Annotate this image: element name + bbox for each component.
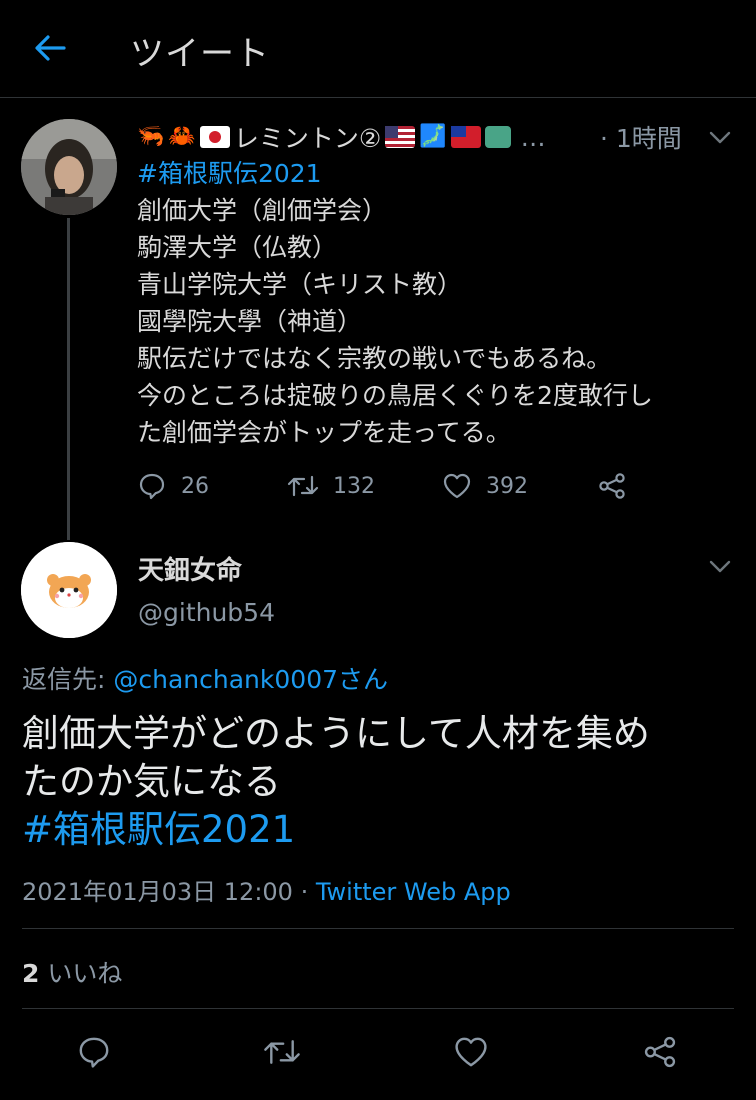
parent-tweet-actions: 26 132 392: [137, 466, 627, 506]
likes-count: 2: [22, 959, 40, 988]
parent-tweet-line: 青山学院大学（キリスト教）: [137, 270, 463, 299]
us-flag-icon: [385, 126, 416, 148]
focused-author-handle[interactable]: @github54: [138, 598, 275, 627]
parent-tweet-avatar[interactable]: [21, 119, 117, 215]
replying-to-label: 返信先:: [22, 665, 106, 694]
reply-button[interactable]: [72, 1030, 116, 1074]
divider: [22, 1008, 734, 1009]
share-button[interactable]: [638, 1030, 682, 1074]
japan-flag-icon: [199, 126, 230, 148]
hamster-avatar-icon: [21, 542, 117, 638]
taiwan-flag-icon: [450, 126, 481, 148]
parent-tweet-name-row[interactable]: 🦐 🦀 レミントン② 🗾 …: [137, 118, 546, 156]
parent-tweet-menu-button[interactable]: [706, 124, 734, 152]
parent-tweet-line: 創価大学（創価学会）: [137, 196, 388, 225]
parent-tweet-line: 今のところは掟破りの鳥居くぐりを2度敢行し: [137, 381, 653, 410]
crab-emoji-icon: 🦀: [168, 124, 196, 149]
reply-button[interactable]: 26: [137, 471, 287, 501]
parent-tweet-text: #箱根駅伝2021 創価大学（創価学会） 駒澤大学（仏教） 青山学院大学（キリス…: [137, 155, 727, 451]
back-arrow-icon: [35, 35, 66, 61]
focused-tweet-menu-button[interactable]: [706, 553, 734, 581]
replying-to-mention[interactable]: @chanchank0007さん: [113, 665, 388, 694]
like-count: 392: [486, 473, 528, 499]
avatar-photo-icon: [21, 119, 117, 215]
parent-tweet-line: 駒澤大学（仏教）: [137, 233, 338, 262]
shrimp-emoji-icon: 🦐: [137, 124, 165, 149]
like-button[interactable]: [449, 1030, 493, 1074]
focused-author-name[interactable]: 天鈿女命: [138, 550, 242, 587]
focused-tweet-actions: [0, 1030, 756, 1076]
retweet-button[interactable]: [260, 1030, 304, 1074]
reply-count: 26: [181, 473, 209, 499]
parent-tweet-line: た創価学会がトップを走ってる。: [137, 418, 511, 447]
focused-tweet-line: たのか気になる: [22, 760, 281, 803]
retweet-button[interactable]: 132: [287, 471, 442, 501]
heart-icon: [443, 473, 471, 499]
reply-icon: [139, 473, 165, 500]
parent-tweet-line: 駅伝だけではなく宗教の戦いでもあるね。: [137, 344, 612, 373]
parent-tweet-line: 國學院大學（神道）: [137, 307, 363, 336]
chevron-down-icon: [709, 131, 731, 144]
header-bar: ツイート: [0, 0, 756, 98]
japan-map-emoji-icon: 🗾: [419, 124, 447, 149]
chevron-down-icon: [709, 560, 731, 573]
statue-of-liberty-icon: [484, 126, 511, 148]
tweet-source[interactable]: Twitter Web App: [316, 878, 511, 906]
likes-summary[interactable]: 2 いいね: [22, 954, 122, 990]
reply-icon: [79, 1037, 109, 1068]
retweet-count: 132: [333, 473, 375, 499]
divider: [22, 928, 734, 929]
focused-tweet-line: 創価大学がどのようにして人材を集め: [22, 712, 650, 755]
retweet-icon: [287, 475, 319, 497]
heart-icon: [455, 1037, 487, 1067]
share-icon: [644, 1036, 676, 1068]
share-icon: [599, 473, 625, 499]
likes-label: いいね: [47, 959, 123, 988]
like-button[interactable]: 392: [442, 471, 597, 501]
back-button[interactable]: [28, 26, 72, 70]
focused-tweet-avatar[interactable]: [21, 542, 117, 638]
replying-to: 返信先: @chanchank0007さん: [22, 660, 388, 696]
tweet-timestamp[interactable]: 2021年01月03日 12:00 ·: [22, 878, 308, 906]
focused-tweet-text: 創価大学がどのようにして人材を集め たのか気になる #箱根駅伝2021: [22, 710, 742, 854]
page-title: ツイート: [130, 34, 270, 74]
parent-tweet-time[interactable]: · 1時間: [600, 118, 682, 156]
tweet-meta: 2021年01月03日 12:00 · Twitter Web App: [22, 872, 511, 907]
thread-connector-line: [67, 218, 70, 540]
retweet-icon: [264, 1040, 300, 1064]
share-button[interactable]: [597, 471, 627, 501]
parent-tweet-hashtag[interactable]: #箱根駅伝2021: [137, 155, 727, 192]
parent-display-name: レミントン②: [233, 124, 382, 153]
name-ellipsis: …: [520, 122, 546, 152]
focused-tweet-hashtag[interactable]: #箱根駅伝2021: [22, 806, 742, 854]
